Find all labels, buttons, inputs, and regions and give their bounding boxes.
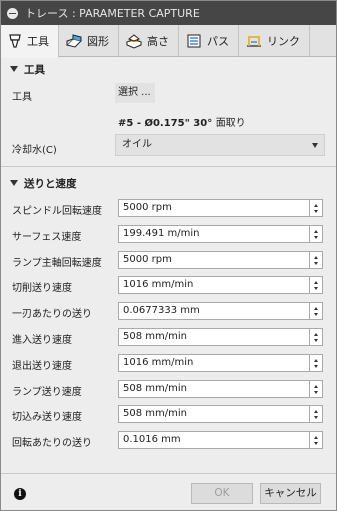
coolant-label: 冷却水(C) [12,145,57,156]
feed-row-label: 回転あたりの送り [12,438,92,449]
feed-row-input[interactable]: 5000 rpm [118,199,310,217]
geometry-icon [66,34,82,48]
tab-heights[interactable]: 高さ [119,25,179,57]
tab-geometry[interactable]: 図形 [59,25,119,57]
spin-down-icon[interactable] [314,210,318,213]
spinner-arrows-icon[interactable] [310,405,323,423]
spin-down-icon[interactable] [314,442,318,445]
spinner-arrows-icon[interactable] [310,328,323,346]
spinner-arrows-icon[interactable] [310,302,323,320]
info-icon[interactable]: i [14,488,26,500]
tool-description: #5 - Ø0.175" 30° 面取り [118,114,246,129]
spin-down-icon[interactable] [314,339,318,342]
tab-passes-label: パス [207,35,229,48]
feed-row-input[interactable]: 508 mm/min [118,380,310,398]
tab-passes[interactable]: パス [179,25,239,57]
feed-row-input[interactable]: 1016 mm/min [118,354,310,372]
tool-description-type: 面取り [215,118,246,129]
tab-tool[interactable]: 工具 [1,25,59,58]
spinner-arrows-icon[interactable] [310,251,323,269]
feed-row-input[interactable]: 508 mm/min [118,328,310,346]
spin-up-icon[interactable] [314,204,318,207]
spin-down-icon[interactable] [314,236,318,239]
feed-row-input[interactable]: 1016 mm/min [118,276,310,294]
feed-row-input[interactable]: 199.491 m/min [118,225,310,243]
spin-up-icon[interactable] [314,333,318,336]
tool-description-main: #5 - Ø0.175" 30° [118,118,213,129]
spin-down-icon[interactable] [314,416,318,419]
spin-down-icon[interactable] [314,365,318,368]
tab-linking[interactable]: リンク [239,25,310,57]
trace-dialog: トレース : PARAMETER CAPTURE 工具 図形 高さ パス リンク… [0,0,337,511]
spinner-arrows-icon[interactable] [310,199,323,217]
tool-label: 工具 [12,92,32,103]
feed-row-label: 切込み送り速度 [12,412,82,423]
feed-row-label: 一刃あたりの送り [12,309,92,320]
spin-up-icon[interactable] [314,385,318,388]
collapse-triangle-icon [10,180,18,186]
spinner-arrows-icon[interactable] [310,380,323,398]
collapse-icon[interactable] [7,7,18,19]
spinner-arrows-icon[interactable] [310,354,323,372]
feed-row-label: ランプ送り速度 [12,387,82,398]
tab-bar: 工具 図形 高さ パス リンク [1,25,336,58]
feed-row-label: ランプ主軸回転速度 [12,258,102,269]
tab-heights-label: 高さ [147,35,169,48]
ok-button[interactable]: OK [191,483,253,504]
coolant-value: オイル [122,139,152,150]
feed-row-label: 進入送り速度 [12,335,72,346]
feed-row-label: 退出送り速度 [12,361,72,372]
coolant-dropdown[interactable]: オイル [115,134,325,156]
select-tool-button[interactable]: 選択 ... [115,83,155,103]
spin-up-icon[interactable] [314,281,318,284]
feed-row-input[interactable]: 0.0677333 mm [118,302,310,320]
spin-down-icon[interactable] [314,391,318,394]
spinner-arrows-icon[interactable] [310,276,323,294]
tab-linking-label: リンク [267,35,300,48]
spin-up-icon[interactable] [314,256,318,259]
spin-up-icon[interactable] [314,359,318,362]
tab-tool-label: 工具 [27,35,49,48]
chevron-down-icon [312,143,318,148]
footer-divider [1,473,336,474]
spin-down-icon[interactable] [314,262,318,265]
heights-icon [125,34,143,49]
feed-row-input[interactable]: 508 mm/min [118,405,310,423]
feed-row-input[interactable]: 0.1016 mm [118,431,310,449]
section-divider [1,166,336,167]
tool-section-header[interactable]: 工具 [10,62,45,76]
spin-down-icon[interactable] [314,313,318,316]
feed-section-header[interactable]: 送りと速度 [10,176,77,190]
linking-icon [247,36,261,47]
feed-row-input[interactable]: 5000 rpm [118,251,310,269]
passes-icon [187,34,201,48]
feed-row-label: スピンドル回転速度 [12,206,102,217]
collapse-triangle-icon [10,66,18,72]
spin-up-icon[interactable] [314,230,318,233]
spin-down-icon[interactable] [314,287,318,290]
cancel-button[interactable]: キャンセル [260,483,321,504]
feed-row-label: サーフェス速度 [12,232,82,243]
spin-up-icon[interactable] [314,436,318,439]
tool-icon [9,34,21,48]
spin-up-icon[interactable] [314,307,318,310]
spin-up-icon[interactable] [314,410,318,413]
feed-section-title: 送りと速度 [24,177,77,190]
feed-row-label: 切削送り速度 [12,283,72,294]
window-title: トレース : PARAMETER CAPTURE [25,7,200,20]
spinner-arrows-icon[interactable] [310,225,323,243]
spinner-arrows-icon[interactable] [310,431,323,449]
title-bar[interactable]: トレース : PARAMETER CAPTURE [1,1,336,25]
tab-geometry-label: 図形 [87,35,109,48]
tool-section-title: 工具 [24,63,45,76]
